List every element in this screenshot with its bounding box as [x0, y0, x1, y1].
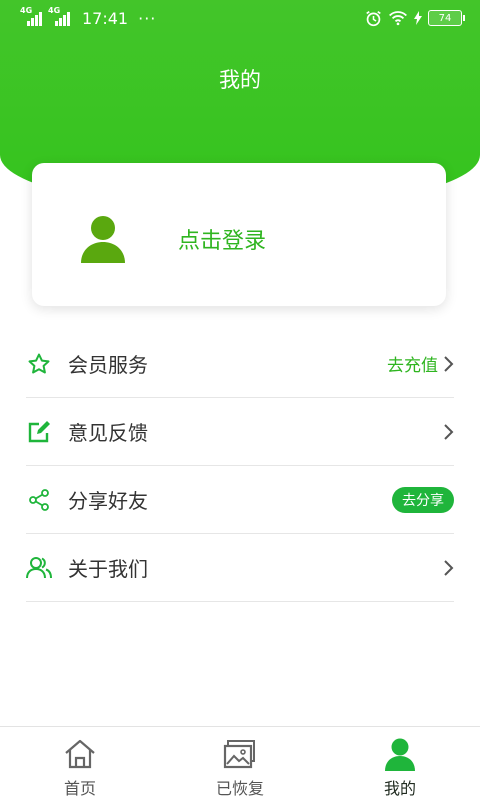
nav-label: 首页: [63, 779, 96, 798]
gallery-icon: [223, 740, 255, 769]
menu-item-label: 会员服务: [68, 353, 148, 377]
chevron-right-icon: [444, 423, 454, 440]
recharge-link[interactable]: 去充值: [387, 351, 438, 376]
menu-item-about-us[interactable]: 关于我们: [26, 534, 454, 602]
chevron-right-icon: [444, 355, 454, 372]
nav-label: 已恢复: [215, 779, 264, 798]
menu-item-label: 分享好友: [68, 489, 148, 513]
share-button[interactable]: 去分享: [392, 486, 454, 513]
bottom-nav: 首页 已恢复 我的: [0, 726, 480, 800]
nav-item-home[interactable]: 首页: [0, 727, 160, 800]
star-icon: [26, 351, 52, 377]
status-time: 17:41: [82, 8, 129, 28]
signal-icon: 4G: [20, 7, 42, 26]
more-notifications-icon: ···: [138, 8, 157, 28]
signal-icon: 4G: [48, 7, 70, 26]
nav-label: 我的: [383, 779, 416, 798]
status-bar: 4G 4G 17:41 ··· 74: [0, 0, 480, 36]
alarm-icon: [366, 10, 381, 26]
menu-item-feedback[interactable]: 意见反馈: [26, 398, 454, 466]
nav-item-mine[interactable]: 我的: [320, 727, 480, 800]
edit-icon: [26, 419, 52, 445]
chevron-right-icon: [444, 559, 454, 576]
menu-list: 会员服务 去充值 意见反馈 分享好友 去分享 关于我们: [26, 330, 454, 602]
menu-item-label: 关于我们: [68, 557, 148, 581]
menu-item-share-friends[interactable]: 分享好友 去分享: [26, 466, 454, 534]
person-icon: [385, 738, 415, 771]
home-icon: [65, 739, 95, 769]
nav-item-recovered[interactable]: 已恢复: [160, 727, 320, 800]
charging-icon: [414, 11, 422, 25]
share-icon: [26, 487, 52, 513]
avatar-icon[interactable]: [80, 215, 126, 263]
menu-item-member-service[interactable]: 会员服务 去充值: [26, 330, 454, 398]
menu-item-label: 意见反馈: [68, 421, 148, 445]
login-link[interactable]: 点击登录: [178, 223, 266, 255]
page-title: 我的: [219, 68, 261, 92]
users-icon: [26, 555, 52, 581]
wifi-icon: [389, 11, 407, 26]
battery-indicator: 74: [428, 10, 465, 26]
